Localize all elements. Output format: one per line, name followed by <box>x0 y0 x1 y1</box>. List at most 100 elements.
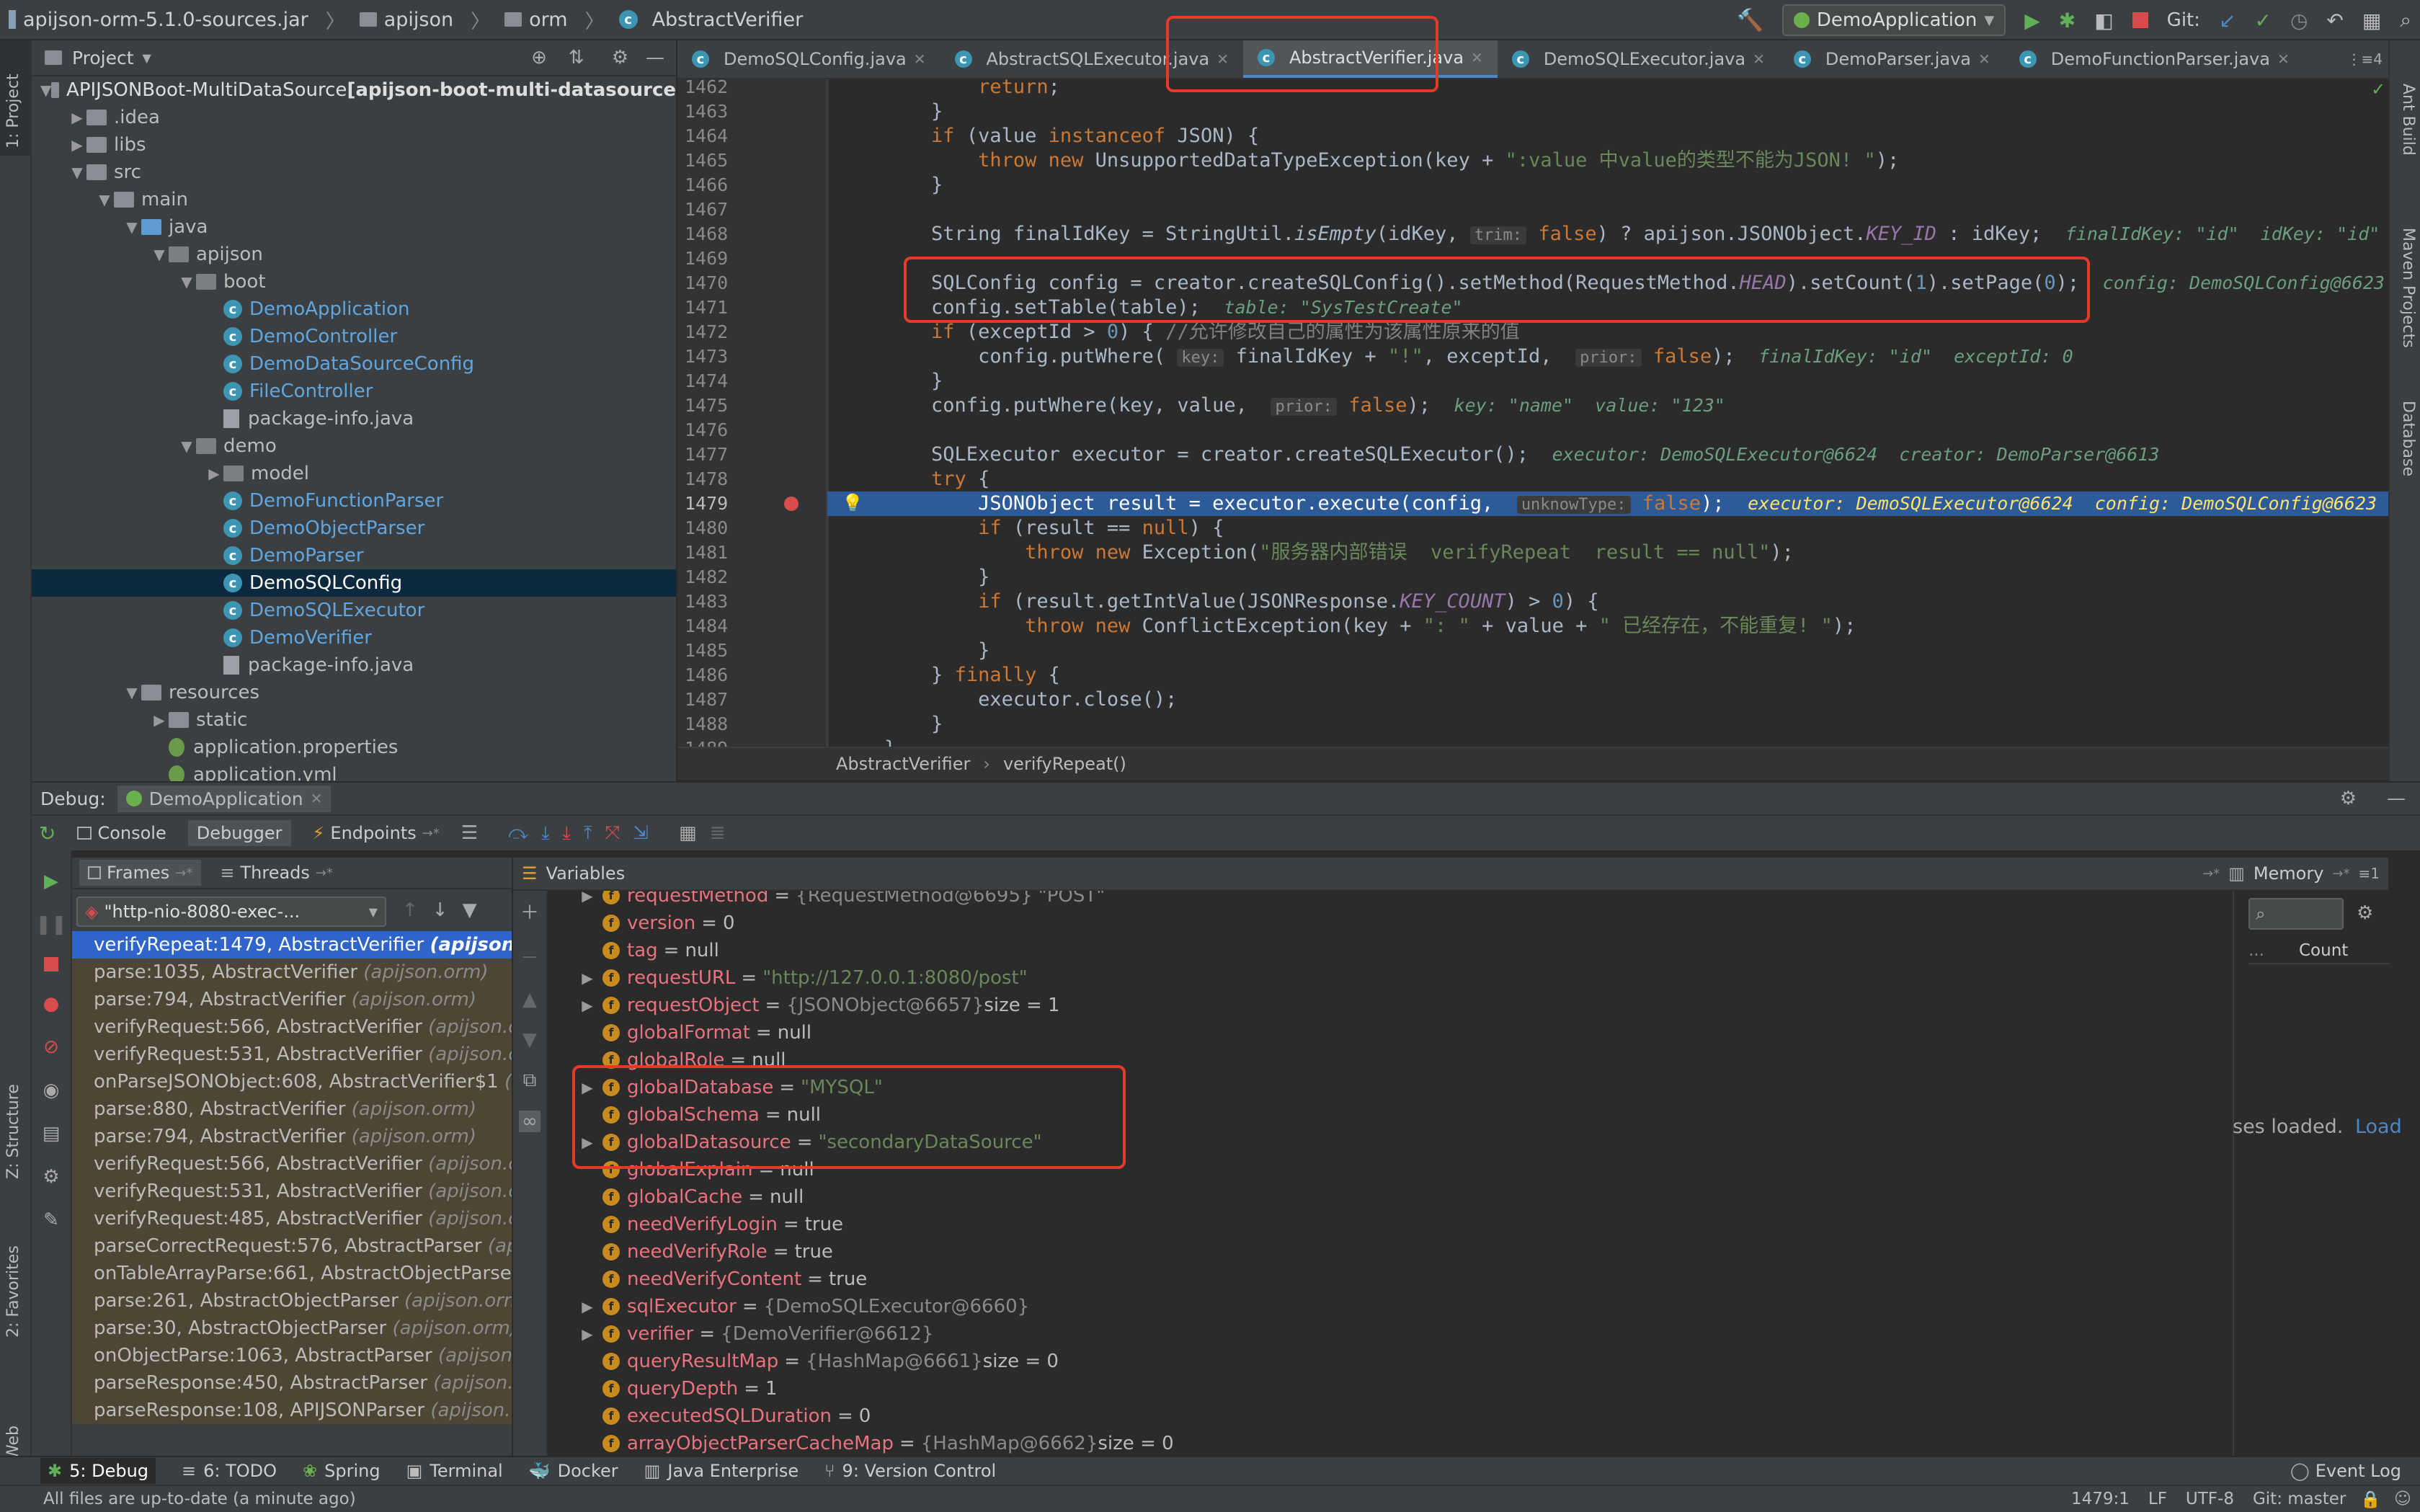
code-line[interactable]: } <box>827 369 2388 393</box>
project-tree-item[interactable]: ▼ APIJSONBoot-MultiDataSource [apijson-bo… <box>32 76 676 104</box>
intention-bulb-icon[interactable]: 💡 <box>842 493 863 513</box>
maven-projects-tool-tab[interactable]: Maven Projects <box>2399 228 2417 348</box>
stack-frame[interactable]: verifyRequest:531, AbstractVerifier (api… <box>72 1041 512 1068</box>
run-to-cursor-icon[interactable]: ⇲ <box>633 822 649 844</box>
threads-tab[interactable]: ≡ Threads →* <box>211 860 342 886</box>
stack-frame[interactable]: verifyRepeat:1479, AbstractVerifier (api… <box>72 931 512 959</box>
stack-frame[interactable]: parseResponse:450, AbstractParser (apijs… <box>72 1369 512 1397</box>
bottom-tool-tab[interactable]: ≡ 6: TODO <box>182 1461 277 1481</box>
view-breakpoints-icon[interactable]: ● <box>43 993 60 1015</box>
code-line[interactable]: return; <box>827 79 2388 99</box>
layout-icon[interactable]: ≡1 <box>2359 865 2380 882</box>
code-line[interactable]: String finalIdKey = StringUtil.isEmpty(i… <box>827 222 2388 246</box>
debug-session-tab[interactable]: DemoApplication ✕ <box>117 785 332 812</box>
project-tree-item[interactable]: c DemoApplication <box>32 295 676 323</box>
project-tree-item[interactable]: ▼ demo <box>32 432 676 460</box>
bottom-tool-tab[interactable]: ✱ 5: Debug <box>40 1458 156 1484</box>
navigation-crumb[interactable]: orm <box>504 9 568 31</box>
variable-row[interactable]: f queryDepth = 1 <box>548 1375 2388 1402</box>
code-line[interactable]: if (result.getIntValue(JSONResponse.KEY_… <box>827 590 2388 614</box>
variable-row[interactable]: f needVerifyRole = true <box>548 1238 2388 1266</box>
lock-icon[interactable]: 🔒 <box>2360 1490 2381 1509</box>
stop-icon[interactable] <box>2132 12 2148 28</box>
code-line[interactable]: JSONObject result = executor.execute(con… <box>827 492 2388 516</box>
project-tree-item[interactable]: c FileController <box>32 378 676 405</box>
code-line[interactable]: throw new UnsupportedDataTypeException(k… <box>827 148 2388 173</box>
collapsed-chevron-icon[interactable]: ▶ <box>68 109 86 126</box>
load-classes-link[interactable]: Load <box>2355 1116 2402 1138</box>
step-over-icon[interactable]: ⤼ <box>508 822 528 845</box>
variable-row[interactable]: f needVerifyLogin = true <box>548 1211 2388 1238</box>
project-tree-item[interactable]: ▼ boot <box>32 268 676 295</box>
variable-row[interactable]: ▶ f requestURL = "http://127.0.0.1:8080/post… <box>548 964 2388 992</box>
project-tree-item[interactable]: package-info.java <box>32 405 676 432</box>
line-separator[interactable]: LF <box>2148 1490 2167 1508</box>
project-tree-item[interactable]: c DemoFunctionParser <box>32 487 676 515</box>
variable-row[interactable]: f globalFormat = null <box>548 1019 2388 1046</box>
stack-frame[interactable]: verifyRequest:531, AbstractVerifier (api… <box>72 1178 512 1205</box>
variable-row[interactable]: f queryResultMap = {HashMap@6661} size = 0 <box>548 1348 2388 1375</box>
editor-tab[interactable]: c DemoParser.java ✕ <box>1779 40 2005 78</box>
code-line[interactable]: } <box>827 639 2388 663</box>
code-line[interactable]: config.putWhere(key, value, prior: false… <box>827 393 2388 418</box>
code-line[interactable]: throw new ConflictException(key + ": " +… <box>827 614 2388 639</box>
stack-frame[interactable]: parse:880, AbstractVerifier (apijson.orm… <box>72 1095 512 1123</box>
expanded-chevron-icon[interactable]: ▼ <box>150 246 169 263</box>
git-commit-icon[interactable]: ✓ <box>2254 9 2271 32</box>
stack-frame[interactable]: parse:794, AbstractVerifier (apijson.orm… <box>72 1123 512 1150</box>
search-everywhere-icon[interactable]: ⌕ <box>2400 8 2411 32</box>
thread-select[interactable]: ◈ "http-nio-8080-exec-... ▼ <box>76 897 386 927</box>
project-tree-item[interactable]: ▼ main <box>32 186 676 213</box>
project-tree-item[interactable]: c DemoDataSourceConfig <box>32 350 676 378</box>
stack-frame[interactable]: onTableArrayParse:661, AbstractObjectPar… <box>72 1260 512 1287</box>
collapsed-chevron-icon[interactable]: ▶ <box>205 465 223 482</box>
navigation-crumb[interactable]: apijson-orm-5.1.0-sources.jar <box>9 9 308 31</box>
bottom-tool-tab[interactable]: 🐳 Docker <box>529 1461 618 1481</box>
show-execution-point-icon[interactable]: ☰ <box>461 822 478 844</box>
collapsed-chevron-icon[interactable]: ▶ <box>577 992 598 1019</box>
breadcrumb-method[interactable]: verifyRepeat() <box>1003 754 1126 774</box>
collapsed-chevron-icon[interactable]: ▶ <box>577 964 598 992</box>
project-tree-item[interactable]: ▶ model <box>32 460 676 487</box>
expanded-chevron-icon[interactable]: ▼ <box>177 437 196 455</box>
project-structure-icon[interactable]: ▦ <box>2362 9 2381 32</box>
stack-frame[interactable]: onParseJSONObject:608, AbstractVerifier$… <box>72 1068 512 1095</box>
code-line[interactable]: if (value instanceof JSON) { <box>827 124 2388 148</box>
collapse-all-icon[interactable]: ⇅ <box>569 47 584 68</box>
drop-frame-icon[interactable]: ⤧ <box>605 822 620 845</box>
stack-frame[interactable]: parse:794, AbstractVerifier (apijson.orm… <box>72 986 512 1013</box>
inspector-icon[interactable]: ☺ <box>2394 1490 2411 1508</box>
collapsed-chevron-icon[interactable]: ▶ <box>577 1293 598 1320</box>
memory-search-input[interactable]: ⌕ <box>2248 898 2344 930</box>
code-line[interactable]: throw new Exception("服务器内部错误 verifyRepea… <box>827 541 2388 565</box>
frame-down-icon[interactable]: ↓ <box>432 899 448 921</box>
bottom-tool-tab[interactable]: ⑂ 9: Version Control <box>824 1461 996 1481</box>
code-line[interactable]: } <box>827 173 2388 197</box>
close-tab-icon[interactable]: ✕ <box>1753 50 1765 68</box>
tabs-overflow-icon[interactable]: ⋮≡4 <box>2347 50 2383 68</box>
code-line[interactable]: SQLExecutor executor = creator.createSQL… <box>827 443 2388 467</box>
gear-icon[interactable]: ⚙ <box>612 47 628 68</box>
bottom-tool-tab[interactable]: ❀ Spring <box>303 1461 381 1481</box>
editor-tab[interactable]: c DemoSQLConfig.java ✕ <box>677 40 940 78</box>
hide-panel-icon[interactable]: — <box>2387 788 2406 809</box>
git-update-icon[interactable]: ↙ <box>2219 9 2236 32</box>
code-line[interactable]: config.putWhere( key: finalIdKey + "!", … <box>827 344 2388 369</box>
collapsed-chevron-icon[interactable]: ▶ <box>68 136 86 154</box>
stack-frame[interactable]: parse:1035, AbstractVerifier (apijson.or… <box>72 959 512 986</box>
step-out-icon[interactable]: ⤒ <box>584 822 592 845</box>
pin-icon[interactable]: ✎ <box>43 1209 59 1231</box>
event-log-tab[interactable]: ◯ Event Log <box>2290 1461 2401 1481</box>
close-tab-icon[interactable]: ✕ <box>1978 50 1990 68</box>
debug-bug-icon[interactable]: ✱ <box>2059 9 2076 32</box>
project-tree-item[interactable]: c DemoSQLConfig <box>32 569 676 597</box>
code-line[interactable]: try { <box>827 467 2388 492</box>
project-tree-item[interactable]: ▼ src <box>32 159 676 186</box>
project-tool-tab[interactable]: 1: Project <box>4 74 22 148</box>
frames-tab[interactable]: Frames →* <box>79 860 202 886</box>
close-tab-icon[interactable]: ✕ <box>2277 50 2290 68</box>
editor-tab[interactable]: c DemoSQLExecutor.java ✕ <box>1498 40 1779 78</box>
hide-panel-icon[interactable]: — <box>646 47 664 68</box>
coverage-icon[interactable]: ◧ <box>2094 9 2113 32</box>
stack-frame[interactable]: parseResponse:108, APIJSONParser (apijso… <box>72 1397 512 1424</box>
